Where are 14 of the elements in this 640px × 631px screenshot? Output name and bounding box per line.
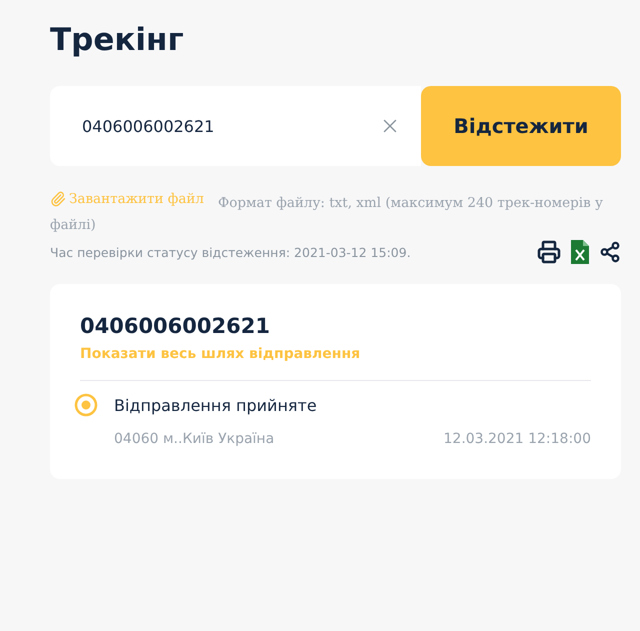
event-status: Відправлення прийняте [114, 396, 318, 414]
tracking-number-field[interactable]: 0406006002621 [80, 116, 379, 136]
check-time: Час перевірки статусу відстеження: 2021-03-12 15:09. [50, 244, 411, 260]
page-title: Трекінг [50, 22, 185, 58]
event-place: 04060 м..Київ Україна [114, 431, 276, 447]
status-dot-icon [74, 393, 98, 417]
spreadsheet-icon[interactable] [571, 240, 589, 264]
print-icon[interactable] [537, 240, 561, 264]
tracking-number: 0406006002621 [80, 314, 271, 338]
file-format-note: Завантажити файл Формат файлу: txt, xml (максимум 240 трек-номерів у файлі) [50, 188, 621, 236]
track-button[interactable]: Відстежити [421, 86, 621, 166]
paperclip-icon [50, 191, 66, 207]
event-time: 12.03.2021 12:18:00 [444, 431, 591, 447]
share-icon[interactable] [599, 241, 621, 263]
